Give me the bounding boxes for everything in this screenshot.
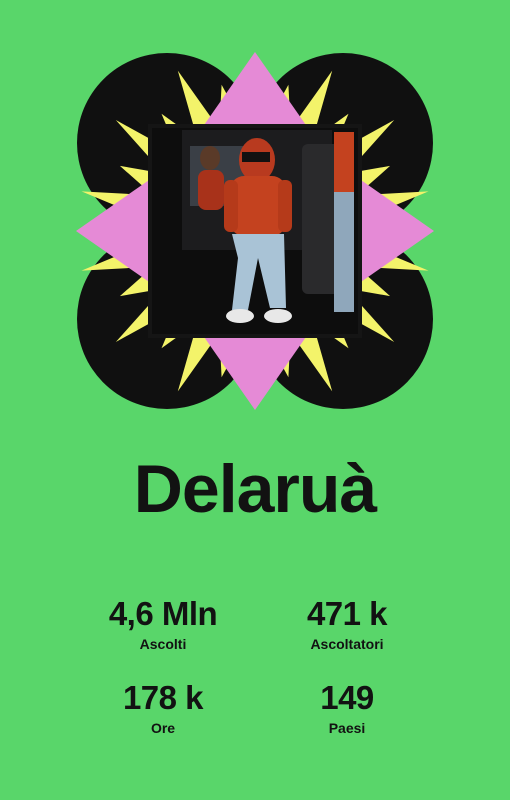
artist-stats-card: Delaruà 4,6 Mln Ascolti 471 k Ascoltator… bbox=[0, 0, 510, 800]
stat-label: Paesi bbox=[328, 720, 366, 736]
stat-countries: 149 Paesi bbox=[237, 681, 457, 736]
stat-value: 471 k bbox=[306, 595, 388, 632]
stat-listeners: 471 k Ascoltatori bbox=[237, 597, 457, 652]
stat-label: Ascoltatori bbox=[310, 636, 384, 652]
stats-grid: 4,6 Mln Ascolti 471 k Ascoltatori 178 k … bbox=[0, 0, 510, 800]
stat-value: 149 bbox=[320, 679, 374, 716]
